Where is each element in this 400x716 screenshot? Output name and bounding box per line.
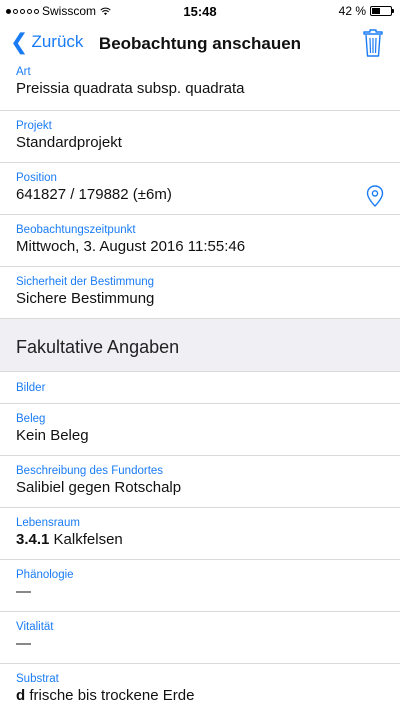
field-label: Phänologie	[16, 569, 74, 581]
field-label: Beschreibung des Fundortes	[16, 465, 164, 477]
battery-status: 42 %	[338, 4, 394, 18]
field-value: d frische bis trockene Erde	[16, 687, 400, 704]
field-label: Projekt	[16, 120, 52, 132]
field-art[interactable]: Art Preissia quadrata subsp. quadrata	[0, 66, 400, 111]
section-header: Fakultative Angaben	[0, 319, 400, 372]
status-bar: Swisscom 15:48 42 %	[0, 0, 400, 22]
field-value-text: frische bis trockene Erde	[29, 687, 195, 704]
section-title: Fakultative Angaben	[16, 337, 180, 357]
field-value: —	[16, 635, 31, 652]
battery-icon	[370, 6, 394, 16]
field-value: Mittwoch, 3. August 2016 11:55:46	[16, 238, 246, 255]
field-value: 641827 / 179882 (±6m)	[16, 186, 172, 203]
location-pin-icon[interactable]	[366, 185, 384, 207]
field-position[interactable]: Position 641827 / 179882 (±6m)	[0, 163, 400, 215]
field-projekt[interactable]: Projekt Standardprojekt	[0, 111, 400, 163]
trash-icon[interactable]	[362, 28, 384, 58]
field-value: Preissia quadrata subsp. quadrata	[16, 80, 245, 97]
field-label: Vitalität	[16, 621, 54, 633]
field-label: Bilder	[16, 382, 46, 394]
observation-detail-list: Art Preissia quadrata subsp. quadrata Pr…	[0, 66, 400, 716]
field-value: Sichere Bestimmung	[16, 290, 155, 307]
field-lebensraum[interactable]: Lebensraum 3.4.1 Kalkfelsen	[0, 508, 400, 560]
field-label: Beleg	[16, 413, 46, 425]
field-sicherheit[interactable]: Sicherheit der Bestimmung Sichere Bestim…	[0, 267, 400, 319]
field-value: Kein Beleg	[16, 427, 89, 444]
field-substrat[interactable]: Substrat d frische bis trockene Erde	[0, 664, 400, 716]
field-label: Lebensraum	[16, 517, 80, 529]
field-label: Substrat	[16, 673, 59, 685]
field-value: Standardprojekt	[16, 134, 122, 151]
navigation-bar: ❮ Zurück Beobachtung anschauen	[0, 22, 400, 66]
field-label: Beobachtungszeitpunkt	[16, 224, 136, 236]
field-value: Salibiel gegen Rotschalp	[16, 479, 182, 496]
page-title: Beobachtung anschauen	[98, 34, 302, 53]
field-beobachtungszeitpunkt[interactable]: Beobachtungszeitpunkt Mittwoch, 3. Augus…	[0, 215, 400, 267]
field-code: d	[16, 687, 26, 704]
battery-percent: 42 %	[338, 4, 366, 18]
field-value: 3.4.1 Kalkfelsen	[16, 531, 400, 548]
field-bilder[interactable]: Bilder	[0, 372, 400, 404]
field-beleg[interactable]: Beleg Kein Beleg	[0, 404, 400, 456]
field-phaenologie[interactable]: Phänologie —	[0, 560, 400, 612]
field-label: Art	[16, 66, 31, 78]
field-value-text: Kalkfelsen	[53, 531, 123, 548]
field-code: 3.4.1	[16, 531, 50, 548]
field-vitalitaet[interactable]: Vitalität —	[0, 612, 400, 664]
field-label: Sicherheit der Bestimmung	[16, 276, 155, 288]
field-value: —	[16, 583, 31, 600]
field-beschreibung-fundort[interactable]: Beschreibung des Fundortes Salibiel gege…	[0, 456, 400, 508]
field-label: Position	[16, 172, 57, 184]
